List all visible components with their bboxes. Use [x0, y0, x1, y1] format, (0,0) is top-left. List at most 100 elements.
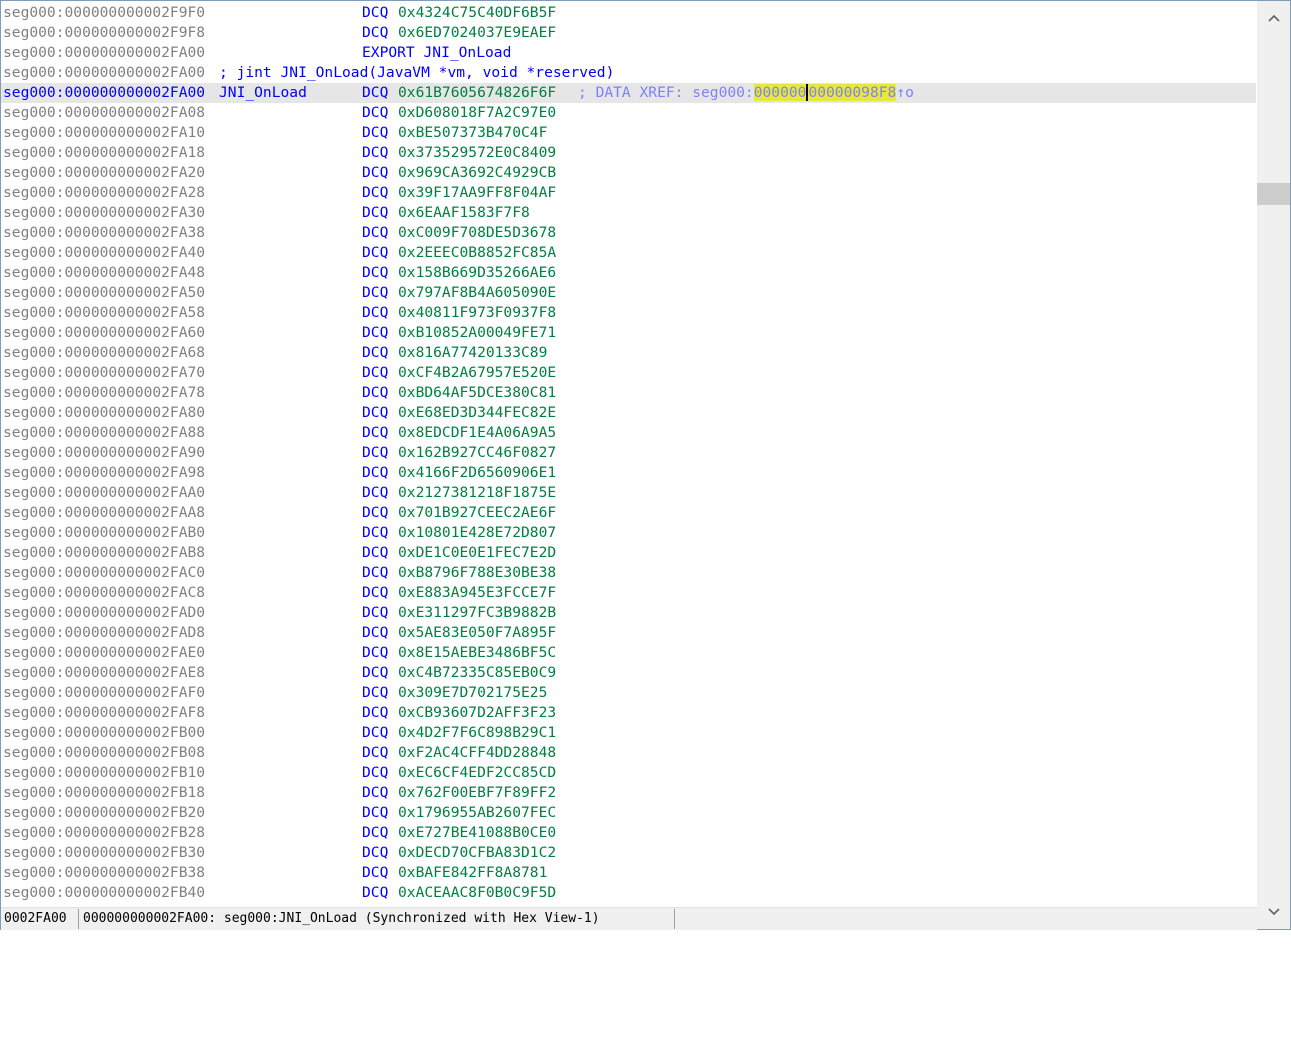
line-address[interactable]: seg000:000000000002FB40	[3, 883, 205, 903]
line-operand[interactable]: 0x158B669D35266AE6	[398, 263, 556, 283]
line-address[interactable]: seg000:000000000002FA88	[3, 423, 205, 443]
scroll-up-arrow-icon[interactable]	[1257, 1, 1290, 35]
line-address[interactable]: seg000:000000000002FA28	[3, 183, 205, 203]
line-mnemonic[interactable]: DCQ	[362, 663, 388, 683]
line-address[interactable]: seg000:000000000002FA20	[3, 163, 205, 183]
line-mnemonic[interactable]: DCQ	[362, 883, 388, 903]
line-mnemonic[interactable]: DCQ	[362, 3, 388, 23]
line-mnemonic[interactable]: DCQ	[362, 523, 388, 543]
line-mnemonic[interactable]: DCQ	[362, 743, 388, 763]
xref-highlight-cursor[interactable]: 00000098F8	[806, 84, 897, 101]
line-address[interactable]: seg000:000000000002FB00	[3, 723, 205, 743]
line-address[interactable]: seg000:000000000002FA80	[3, 403, 205, 423]
line-address[interactable]: seg000:000000000002FB38	[3, 863, 205, 883]
line-address[interactable]: seg000:000000000002FB08	[3, 743, 205, 763]
line-mnemonic[interactable]: DCQ	[362, 443, 388, 463]
line-mnemonic[interactable]: DCQ	[362, 203, 388, 223]
listing-line[interactable]: seg000:000000000002FB08 DCQ 0xF2AC4CFF4DD2…	[1, 743, 1256, 763]
line-mnemonic[interactable]: DCQ	[362, 683, 388, 703]
line-address[interactable]: seg000:000000000002FA48	[3, 263, 205, 283]
listing-line[interactable]: seg000:000000000002FA50 DCQ 0x797AF8B4A605…	[1, 283, 1256, 303]
listing-line[interactable]: seg000:000000000002FAC0 DCQ 0xB8796F788E30…	[1, 563, 1256, 583]
line-address[interactable]: seg000:000000000002FAC8	[3, 583, 205, 603]
listing-line[interactable]: seg000:000000000002FAB0 DCQ 0x10801E428E72…	[1, 523, 1256, 543]
line-address[interactable]: seg000:000000000002FA70	[3, 363, 205, 383]
line-address[interactable]: seg000:000000000002FAD8	[3, 623, 205, 643]
line-mnemonic[interactable]: DCQ	[362, 803, 388, 823]
listing-line[interactable]: seg000:000000000002FB20 DCQ 0x1796955AB260…	[1, 803, 1256, 823]
listing-line[interactable]: seg000:000000000002FA88 DCQ 0x8EDCDF1E4A06…	[1, 423, 1256, 443]
line-mnemonic[interactable]: DCQ	[362, 843, 388, 863]
listing-line[interactable]: seg000:000000000002FAA8 DCQ 0x701B927CEEC2…	[1, 503, 1256, 523]
listing-line[interactable]: seg000:000000000002FA30 DCQ 0x6EAAF1583F7F…	[1, 203, 1256, 223]
line-mnemonic[interactable]: DCQ	[362, 103, 388, 123]
line-operand[interactable]: 0xC4B72335C85EB0C9	[398, 663, 556, 683]
line-operand[interactable]: 0x969CA3692C4929CB	[398, 163, 556, 183]
line-address[interactable]: seg000:000000000002FAD0	[3, 603, 205, 623]
line-mnemonic[interactable]: DCQ	[362, 23, 388, 43]
line-operand[interactable]: 0x373529572E0C8409	[398, 143, 556, 163]
listing-line[interactable]: seg000:000000000002F9F8 DCQ 0x6ED7024037E9…	[1, 23, 1256, 43]
listing-line[interactable]: seg000:000000000002FA28 DCQ 0x39F17AA9FF8F…	[1, 183, 1256, 203]
line-mnemonic[interactable]: DCQ	[362, 763, 388, 783]
listing-line[interactable]: seg000:000000000002FAC8 DCQ 0xE883A945E3FC…	[1, 583, 1256, 603]
listing-line[interactable]: seg000:000000000002FA98 DCQ 0x4166F2D65609…	[1, 463, 1256, 483]
line-operand[interactable]: 0x39F17AA9FF8F04AF	[398, 183, 556, 203]
line-mnemonic[interactable]: DCQ	[362, 583, 388, 603]
line-mnemonic[interactable]: DCQ	[362, 283, 388, 303]
line-address[interactable]: seg000:000000000002FA00	[3, 83, 205, 103]
line-operand[interactable]: 0x40811F973F0937F8	[398, 303, 556, 323]
listing-line[interactable]: seg000:000000000002FA58 DCQ 0x40811F973F09…	[1, 303, 1256, 323]
line-operand[interactable]: 0xB10852A00049FE71	[398, 323, 556, 343]
listing-line[interactable]: seg000:000000000002FAD8 DCQ 0x5AE83E050F7A…	[1, 623, 1256, 643]
line-mnemonic[interactable]: DCQ	[362, 263, 388, 283]
line-operand[interactable]: 0x8EDCDF1E4A06A9A5	[398, 423, 556, 443]
listing-line[interactable]: seg000:000000000002FB28 DCQ 0xE727BE41088B…	[1, 823, 1256, 843]
listing-line[interactable]: seg000:000000000002FA08 DCQ 0xD608018F7A2C…	[1, 103, 1256, 123]
line-address[interactable]: seg000:000000000002FAA0	[3, 483, 205, 503]
line-mnemonic[interactable]: DCQ	[362, 703, 388, 723]
line-address[interactable]: seg000:000000000002FA58	[3, 303, 205, 323]
line-address[interactable]: seg000:000000000002FAF8	[3, 703, 205, 723]
line-address[interactable]: seg000:000000000002F9F8	[3, 23, 205, 43]
line-address[interactable]: seg000:000000000002FA60	[3, 323, 205, 343]
line-mnemonic[interactable]: DCQ	[362, 603, 388, 623]
line-operand[interactable]: 0x309E7D702175E25	[398, 683, 547, 703]
listing-line[interactable]: seg000:000000000002FB30 DCQ 0xDECD70CFBA83…	[1, 843, 1256, 863]
line-address[interactable]: seg000:000000000002FA00	[3, 43, 205, 63]
line-address[interactable]: seg000:000000000002FA08	[3, 103, 205, 123]
line-address[interactable]: seg000:000000000002FAA8	[3, 503, 205, 523]
listing-line[interactable]: seg000:000000000002FB00 DCQ 0x4D2F7F6C898B…	[1, 723, 1256, 743]
line-address[interactable]: seg000:000000000002FB10	[3, 763, 205, 783]
listing-line[interactable]: seg000:000000000002FAB8 DCQ 0xDE1C0E0E1FEC…	[1, 543, 1256, 563]
line-operand[interactable]: 0x10801E428E72D807	[398, 523, 556, 543]
line-operand[interactable]: 0xE727BE41088B0CE0	[398, 823, 556, 843]
line-label[interactable]: JNI_OnLoad	[219, 83, 307, 103]
listing-line[interactable]: seg000:000000000002FAA0 DCQ 0x2127381218F1…	[1, 483, 1256, 503]
line-operand[interactable]: 0xC009F708DE5D3678	[398, 223, 556, 243]
line-operand[interactable]: 0x8E15AEBE3486BF5C	[398, 643, 556, 663]
line-operand[interactable]: 0xEC6CF4EDF2CC85CD	[398, 763, 556, 783]
line-operand[interactable]: 0x816A77420133C89	[398, 343, 547, 363]
line-address[interactable]: seg000:000000000002FAB8	[3, 543, 205, 563]
line-operand[interactable]: 0xBD64AF5DCE380C81	[398, 383, 556, 403]
line-address[interactable]: seg000:000000000002FA90	[3, 443, 205, 463]
line-address[interactable]: seg000:000000000002FA78	[3, 383, 205, 403]
scroll-down-arrow-icon[interactable]	[1257, 895, 1290, 929]
line-mnemonic[interactable]: DCQ	[362, 363, 388, 383]
function-prototype-comment[interactable]: ; jint JNI_OnLoad(JavaVM *vm, void *rese…	[219, 63, 614, 83]
line-mnemonic[interactable]: DCQ	[362, 343, 388, 363]
line-mnemonic[interactable]: DCQ	[362, 783, 388, 803]
line-operand[interactable]: 0xCB93607D2AFF3F23	[398, 703, 556, 723]
listing-line[interactable]: seg000:000000000002FA18 DCQ 0x373529572E0C…	[1, 143, 1256, 163]
line-operand[interactable]: 0x5AE83E050F7A895F	[398, 623, 556, 643]
listing-line[interactable]: seg000:000000000002FA00 EXPORT JNI_OnLoad	[1, 43, 1256, 63]
line-address[interactable]: seg000:000000000002FA18	[3, 143, 205, 163]
line-operand[interactable]: 0xE311297FC3B9882B	[398, 603, 556, 623]
listing-line[interactable]: seg000:000000000002FB38 DCQ 0xBAFE842FF8A8…	[1, 863, 1256, 883]
line-mnemonic[interactable]: DCQ	[362, 463, 388, 483]
line-operand[interactable]: 0x797AF8B4A605090E	[398, 283, 556, 303]
line-mnemonic[interactable]: DCQ	[362, 243, 388, 263]
line-operand[interactable]: 0xE883A945E3FCCE7F	[398, 583, 556, 603]
line-address[interactable]: seg000:000000000002FAB0	[3, 523, 205, 543]
